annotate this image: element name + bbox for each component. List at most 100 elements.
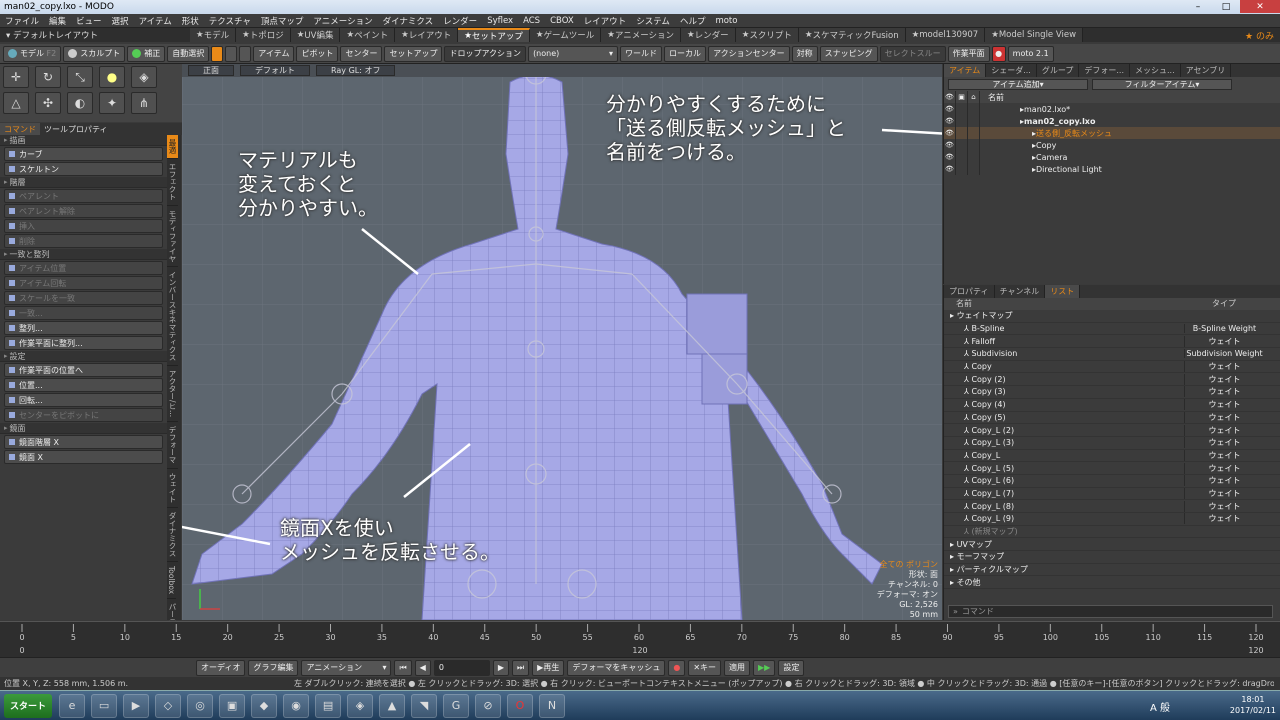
- select-through-button[interactable]: セレクトスルー: [879, 45, 946, 62]
- transform-tool-icon[interactable]: △: [3, 92, 29, 114]
- layout-dropdown[interactable]: ▾ デフォルトレイアウト: [0, 29, 190, 41]
- menu-item-3[interactable]: 選択: [107, 15, 134, 27]
- eye-icon[interactable]: 👁: [944, 115, 956, 127]
- app9-icon[interactable]: ◥: [411, 693, 438, 718]
- menu-item-12[interactable]: ACS: [518, 16, 545, 26]
- app8-icon[interactable]: ▲: [379, 693, 406, 718]
- ime-indicator[interactable]: A 般: [1150, 699, 1170, 714]
- menu-item-7[interactable]: 頂点マップ: [256, 15, 309, 27]
- play-button[interactable]: ▶ 再生: [532, 659, 565, 676]
- local-button[interactable]: ローカル: [664, 45, 707, 62]
- app7-icon[interactable]: ◈: [347, 693, 374, 718]
- list-row-0[interactable]: ▸ ウェイトマップ: [944, 310, 1280, 323]
- lock-icon[interactable]: [956, 115, 968, 127]
- sculpt-button[interactable]: スカルプト: [63, 45, 126, 62]
- list-tab-1[interactable]: チャンネル: [995, 285, 1046, 298]
- layout-tab-5[interactable]: ★ セットアップ: [458, 28, 530, 42]
- command-input[interactable]: » コマンド: [948, 605, 1273, 618]
- layout-tab-8[interactable]: ★ レンダー: [681, 28, 736, 42]
- render-icon[interactable]: [968, 115, 980, 127]
- menu-item-5[interactable]: 形状: [177, 15, 204, 27]
- list-tab-2[interactable]: リスト: [1045, 285, 1081, 298]
- maximize-button[interactable]: □: [1212, 0, 1240, 13]
- eye-icon[interactable]: 👁: [944, 103, 956, 115]
- list-row-19[interactable]: ▸ モーフマップ: [944, 551, 1280, 564]
- list-row-12[interactable]: ⅄ Copy_L (5) ウェイト: [944, 462, 1280, 475]
- item-tab-2[interactable]: グループ: [1037, 64, 1080, 77]
- layout-tab-10[interactable]: ★ スケマティックFusion: [798, 28, 906, 42]
- list-row-8[interactable]: ⅄ Copy (5) ウェイト: [944, 411, 1280, 425]
- pivot-mode-button[interactable]: ピボット: [296, 45, 339, 62]
- list-row-6[interactable]: ⅄ Copy (3) ウェイト: [944, 386, 1280, 399]
- layout-tab-11[interactable]: ★ model130907: [905, 28, 986, 42]
- world-button[interactable]: ワールド: [620, 45, 663, 62]
- list-row-3[interactable]: ⅄ Subdivision Subdivision Weight: [944, 348, 1280, 361]
- list-row-7[interactable]: ⅄ Copy (4) ウェイト: [944, 399, 1280, 412]
- jump-end-button[interactable]: ⏭: [511, 659, 530, 676]
- layout-tab-7[interactable]: ★ アニメーション: [601, 28, 682, 42]
- jump-start-button[interactable]: ⏮: [394, 659, 412, 676]
- list-row-5[interactable]: ⅄ Copy (2) ウェイト: [944, 373, 1280, 387]
- item-tab-1[interactable]: シェーダ...: [986, 64, 1037, 77]
- next-key-button[interactable]: ▶: [492, 659, 509, 676]
- lock-icon[interactable]: [956, 139, 968, 151]
- vtab-6[interactable]: ウェイト: [167, 469, 178, 508]
- menu-item-9[interactable]: ダイナミクス: [378, 15, 439, 27]
- command-button-0-0[interactable]: カーブ: [4, 147, 163, 161]
- app5-icon[interactable]: ◉: [283, 693, 310, 718]
- item-tab-0[interactable]: アイテム: [944, 64, 987, 77]
- item-row-4[interactable]: 👁 ▸ Camera: [944, 151, 1280, 163]
- command-button-2-4[interactable]: 整列...: [4, 321, 163, 335]
- vtab-1[interactable]: エフェクト: [167, 159, 178, 206]
- symmetry-button[interactable]: 対称: [791, 45, 818, 62]
- vtab-8[interactable]: Toolbox: [167, 562, 176, 599]
- filter-item-button[interactable]: フィルターアイテム ▾: [1092, 78, 1232, 90]
- item-mode-button[interactable]: アイテム: [253, 45, 295, 62]
- list-row-20[interactable]: ▸ パーティクルマップ: [944, 564, 1280, 577]
- sphere-tool-icon[interactable]: ◐: [67, 92, 93, 114]
- item-tab-3[interactable]: デフォー...: [1079, 64, 1131, 77]
- viewport-raygl-tab[interactable]: Ray GL: オフ: [316, 65, 396, 76]
- 3d-viewport[interactable]: マテリアルも 変えておくと 分かりやすい。 分かりやすくするために 「送る側反転…: [182, 64, 942, 620]
- command-button-0-1[interactable]: スケルトン: [4, 162, 163, 176]
- app2-icon[interactable]: ◎: [187, 693, 214, 718]
- vtab-4[interactable]: アクター/ヒ...: [167, 366, 178, 423]
- setup-button[interactable]: セットアップ: [384, 45, 443, 62]
- record-icon[interactable]: ●: [991, 45, 1006, 62]
- snapping-button[interactable]: スナッピング: [819, 45, 878, 62]
- section-5[interactable]: 鏡面: [0, 423, 167, 434]
- command-button-4-0[interactable]: 位置...: [4, 378, 163, 392]
- layout-tab-3[interactable]: ★ ペイント: [340, 28, 396, 42]
- menu-item-6[interactable]: テクスチャ: [204, 15, 256, 27]
- playback-icon[interactable]: ▶▶: [753, 659, 776, 676]
- start-button[interactable]: スタート: [4, 693, 53, 718]
- opera-icon[interactable]: O: [507, 693, 534, 718]
- prev-key-button[interactable]: ◀: [414, 659, 431, 676]
- settings-button[interactable]: 設定: [778, 659, 805, 676]
- hierarchy-tool-icon[interactable]: ⋔: [131, 92, 157, 114]
- light-tool-icon[interactable]: ●: [99, 66, 125, 88]
- list-row-16[interactable]: ⅄ Copy_L (9) ウェイト: [944, 513, 1280, 526]
- list-row-13[interactable]: ⅄ Copy_L (6) ウェイト: [944, 475, 1280, 488]
- command-button-5-0[interactable]: 鏡面階層 X: [4, 435, 163, 449]
- joint-tool-icon[interactable]: ✣: [35, 92, 61, 114]
- list-row-4[interactable]: ⅄ Copy ウェイト: [944, 361, 1280, 374]
- menu-item-1[interactable]: 編集: [44, 15, 71, 27]
- lock-icon[interactable]: [956, 103, 968, 115]
- app6-icon[interactable]: ▤: [315, 693, 342, 718]
- menu-item-11[interactable]: Syflex: [482, 16, 518, 26]
- modo-icon[interactable]: N: [539, 693, 566, 718]
- menu-item-4[interactable]: アイテム: [134, 15, 177, 27]
- ie-icon[interactable]: e: [59, 693, 86, 718]
- scale-tool-icon[interactable]: ⤡: [67, 66, 93, 88]
- clock[interactable]: 18:01 2017/02/11: [1230, 694, 1276, 716]
- layout-tab-2[interactable]: ★ UV編集: [290, 28, 341, 42]
- media-icon[interactable]: ▶: [123, 693, 150, 718]
- folder-icon[interactable]: ▭: [91, 693, 118, 718]
- workplane-button[interactable]: 作業平面: [947, 45, 990, 62]
- frame-field[interactable]: 0: [433, 659, 490, 676]
- layout-right-label[interactable]: ★ のみ: [1245, 29, 1280, 42]
- list-row-11[interactable]: ⅄ Copy_L ウェイト: [944, 449, 1280, 463]
- item-row-5[interactable]: 👁 ▸ Directional Light: [944, 163, 1280, 175]
- menu-item-13[interactable]: CBOX: [545, 16, 579, 26]
